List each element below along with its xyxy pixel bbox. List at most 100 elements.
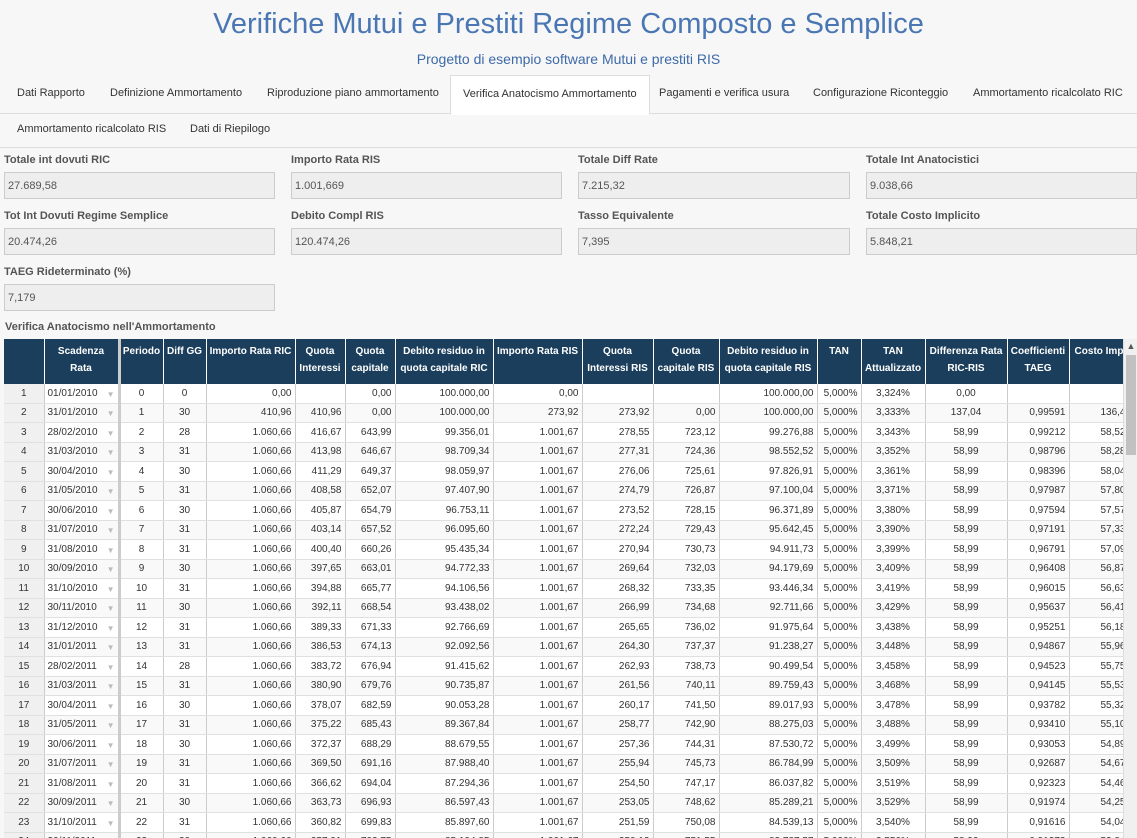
table-cell[interactable]: 0,93782 [1007,695,1070,716]
table-cell[interactable]: 3,399% [861,539,926,560]
table-cell[interactable]: 408,58 [295,481,346,501]
chevron-down-icon[interactable]: ▼ [107,799,115,808]
table-cell[interactable]: 3,540% [861,812,926,833]
chevron-down-icon[interactable]: ▼ [107,780,115,789]
table-cell[interactable]: 3,419% [861,578,926,599]
table-cell[interactable]: 100.000,00 [719,384,818,404]
table-cell[interactable]: 5,000% [817,403,862,423]
tab-ammortamento-ric[interactable]: Ammortamento ricalcolato RIC [973,87,1123,99]
table-cell[interactable]: 0 [117,384,164,404]
table-cell[interactable]: 1.001,67 [493,656,583,677]
table-cell[interactable]: 665,77 [345,578,396,599]
table-cell[interactable]: 31/05/2010 ▼ [44,481,120,501]
table-cell[interactable]: 5,000% [817,481,862,501]
table-cell[interactable]: 58,99 [925,598,1008,618]
table-cell[interactable]: 56,87 [1069,559,1130,579]
table-cell[interactable]: 30/06/2011 ▼ [44,734,120,755]
table-cell[interactable]: 1.060,66 [206,520,296,540]
chevron-down-icon[interactable]: ▼ [107,721,115,730]
table-cell[interactable]: 389,33 [295,617,346,638]
table-cell[interactable]: 94.106,56 [395,578,494,599]
table-row[interactable]: 19 30/06/2011 ▼ 18 30 1.060,66 372,37 688,29 88.… [4,734,1130,755]
column-header[interactable]: Quota capitale RIS [653,339,720,384]
chevron-down-icon[interactable]: ▼ [107,760,115,769]
table-cell[interactable]: 31 [163,676,207,696]
table-cell[interactable]: 1.001,67 [493,559,583,579]
table-cell[interactable]: 674,13 [345,637,396,657]
table-cell[interactable]: 3 [117,442,164,462]
chevron-down-icon[interactable]: ▼ [107,585,115,594]
table-cell[interactable]: 90.499,54 [719,656,818,677]
table-cell[interactable]: 83.787,57 [719,832,818,838]
table-cell[interactable]: 17 [117,715,164,735]
table-cell[interactable]: 30/06/2010 ▼ [44,500,120,521]
table-cell[interactable]: 53,84 [1069,832,1130,838]
table-cell[interactable]: 56,18 [1069,617,1130,638]
table-cell[interactable]: 30/11/2011▼ [44,832,120,838]
table-cell[interactable]: 0,00 [493,384,583,404]
table-cell[interactable]: 394,88 [295,578,346,599]
table-cell[interactable]: 31 [163,578,207,599]
table-cell[interactable]: 694,04 [345,773,396,794]
table-cell[interactable]: 13 [117,637,164,657]
table-cell[interactable]: 57,09 [1069,539,1130,560]
table-row[interactable]: 5 30/04/2010 ▼ 4 30 1.060,66 411,29 649,37 98.05… [4,461,1130,482]
table-cell[interactable]: 90.735,87 [395,676,494,696]
table-row[interactable]: 7 30/06/2010 ▼ 6 30 1.060,66 405,87 654,79 96.75… [4,500,1130,521]
table-cell[interactable]: 736,02 [653,617,720,638]
table-cell[interactable]: 58,99 [925,715,1008,735]
table-cell[interactable]: 725,61 [653,461,720,482]
table-row[interactable]: 23 31/10/2011 ▼ 22 31 1.060,66 360,82 699,83 85.… [4,812,1130,833]
table-row[interactable]: 2430/11/2011▼23301.060,66357,91702,7585.… [4,832,1130,838]
table-cell[interactable]: 273,52 [582,500,654,521]
table-cell[interactable]: 87.988,40 [395,754,494,774]
table-cell[interactable]: 357,91 [295,832,346,838]
tab-dati-rapporto[interactable]: Dati Rapporto [17,87,85,99]
table-cell[interactable]: 54,46 [1069,773,1130,794]
table-cell[interactable]: 86.784,99 [719,754,818,774]
chevron-down-icon[interactable]: ▼ [107,741,115,750]
table-cell[interactable]: 18 [117,734,164,755]
table-cell[interactable]: 254,50 [582,773,654,794]
table-cell[interactable]: 3,478% [861,695,926,716]
table-cell[interactable]: 734,68 [653,598,720,618]
table-cell[interactable]: 31 [163,754,207,774]
table-cell[interactable]: 1.060,66 [206,617,296,638]
table-cell[interactable]: 0,00 [345,403,396,423]
table-cell[interactable]: 96.753,11 [395,500,494,521]
table-cell[interactable]: 5,000% [817,617,862,638]
table-cell[interactable]: 91.975,64 [719,617,818,638]
amortization-grid[interactable]: Scadenza Rata Periodo Diff GG Importo Rata … [4,339,1137,838]
table-cell[interactable]: 276,06 [582,461,654,482]
table-cell[interactable]: 0,92687 [1007,754,1070,774]
table-cell[interactable]: 0,94867 [1007,637,1070,657]
table-cell[interactable]: 1.001,67 [493,578,583,599]
chevron-down-icon[interactable]: ▼ [107,409,115,418]
table-cell[interactable]: 91.238,27 [719,637,818,657]
table-cell[interactable]: 84.539,13 [719,812,818,833]
table-cell[interactable]: 96.095,60 [395,520,494,540]
table-cell[interactable]: 265,65 [582,617,654,638]
column-header[interactable]: Differenza Rata RIC-RIS [925,339,1008,384]
table-cell[interactable]: 257,36 [582,734,654,755]
table-cell[interactable]: 751,55 [653,832,720,838]
table-cell[interactable]: 0,97987 [1007,481,1070,501]
table-cell[interactable]: 363,73 [295,793,346,813]
table-cell[interactable]: 94.911,73 [719,539,818,560]
table-cell[interactable]: 5,000% [817,715,862,735]
chevron-down-icon[interactable]: ▼ [107,546,115,555]
table-cell[interactable]: 97.407,90 [395,481,494,501]
table-cell[interactable]: 58,99 [925,617,1008,638]
table-cell[interactable]: 372,37 [295,734,346,755]
column-header[interactable]: Quota Interessi [295,339,346,384]
table-cell[interactable]: 01/01/2010 ▼ [44,384,120,404]
table-cell[interactable]: 98.709,34 [395,442,494,462]
table-cell[interactable]: 5,000% [817,422,862,443]
table-cell[interactable]: 1.001,67 [493,832,583,838]
table-cell[interactable]: 380,90 [295,676,346,696]
chevron-down-icon[interactable]: ▼ [107,429,115,438]
table-cell[interactable]: 411,29 [295,461,346,482]
table-cell[interactable]: 1.060,66 [206,481,296,501]
table-cell[interactable]: 688,29 [345,734,396,755]
table-cell[interactable]: 657,52 [345,520,396,540]
